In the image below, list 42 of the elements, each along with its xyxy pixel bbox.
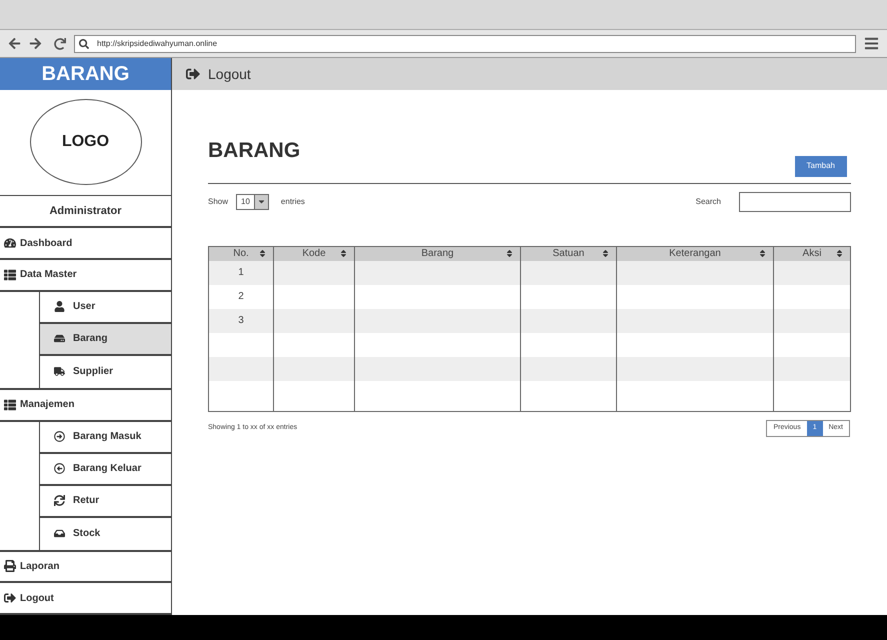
sort-icon [505,249,514,258]
user-icon [54,301,65,312]
url-text: http://skripsidediwahyuman.online [97,38,218,50]
sort-icon [339,249,348,258]
list-icon [4,268,16,281]
table-cell-text: 2 [238,290,244,304]
table-cell-text: 3 [238,314,244,328]
page-title: BARANG [208,138,300,164]
logout-link[interactable]: Logout [186,64,251,84]
dashboard-icon [4,237,16,250]
refresh-icon [54,495,65,506]
column-header[interactable]: No. [209,246,273,260]
sidebar-subitem[interactable]: Barang [40,324,171,356]
show-label: Show [208,196,228,208]
back-icon[interactable] [8,37,21,50]
printer-icon [4,560,16,572]
search-icon [79,38,89,48]
logout-icon [186,67,200,81]
table-cell-text: 1 [238,266,244,280]
sort-icon [601,249,610,258]
menu-icon[interactable] [864,36,879,51]
sidebar-subitem[interactable]: Retur [40,486,171,518]
drive-icon [54,333,65,344]
address-bar[interactable]: http://skripsidediwahyuman.online [74,34,856,52]
inbox-icon [54,528,65,540]
sidebar-subitem[interactable]: Barang Keluar [40,454,171,486]
sidebar-item[interactable]: Laporan [0,552,171,584]
logo-text: LOGO [62,132,110,152]
search-label: Search [696,196,721,208]
page-length-select[interactable]: 10 [236,194,269,210]
reload-icon[interactable] [54,38,66,50]
entries-label: entries [280,196,305,208]
search-field[interactable] [739,192,851,212]
sort-icon [758,249,767,258]
logout-icon [4,592,16,604]
sort-icon [258,249,267,258]
truck-icon [54,366,65,378]
add-button[interactable]: Tambah [794,156,847,176]
sidebar-brand: BARANG [0,58,171,90]
list-icon [4,398,16,411]
forward-icon[interactable] [29,37,42,50]
sort-icon [835,249,844,258]
